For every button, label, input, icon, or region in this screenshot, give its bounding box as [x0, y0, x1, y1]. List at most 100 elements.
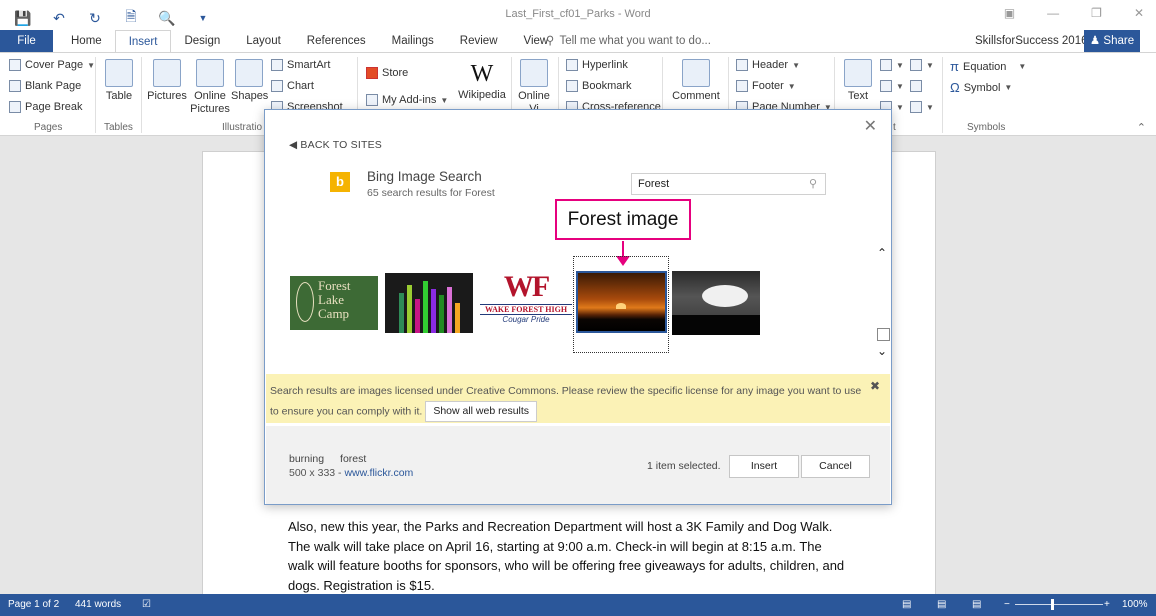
- ribbon-tabs-row: File Home Insert Design Layout Reference…: [0, 30, 1156, 52]
- image-thumbnail-bars[interactable]: [385, 273, 473, 333]
- table-button[interactable]: Table: [103, 59, 135, 103]
- thumbnail-bar: [455, 303, 460, 333]
- lightbulb-icon: ⚲: [546, 35, 555, 47]
- bookmark-icon: [566, 80, 578, 92]
- zoom-level[interactable]: 100%: [1122, 599, 1148, 610]
- print-layout-icon[interactable]: ▤: [937, 599, 946, 610]
- comment-button[interactable]: Comment: [668, 59, 724, 103]
- thumbnail-bar: [399, 293, 404, 333]
- scroll-down-icon[interactable]: ⌄: [877, 344, 887, 358]
- online-pictures-button[interactable]: Online Pictures: [189, 59, 231, 116]
- thumbnail-logo-text: Forest Lake Camp: [318, 278, 351, 321]
- tab-review[interactable]: Review: [447, 30, 511, 52]
- pi-icon: π: [950, 59, 959, 74]
- account-name[interactable]: SkillsforSuccess 2016: [975, 30, 1088, 52]
- store-button[interactable]: Store: [366, 67, 408, 79]
- image-tags: burning forest: [289, 453, 382, 465]
- chevron-left-icon: ◀: [289, 139, 298, 151]
- zoom-slider[interactable]: [1015, 604, 1103, 605]
- chevron-down-icon: ▼: [926, 102, 934, 112]
- web-layout-icon[interactable]: ▤: [972, 599, 981, 610]
- wikipedia-button[interactable]: W Wikipedia: [457, 59, 507, 102]
- date-time-button[interactable]: [910, 80, 922, 92]
- collapse-ribbon-icon[interactable]: ⌃: [1137, 121, 1146, 134]
- tab-design[interactable]: Design: [171, 30, 233, 52]
- source-title: Bing Image Search: [367, 169, 482, 184]
- read-mode-icon[interactable]: ▤: [902, 599, 911, 610]
- image-tag[interactable]: forest: [340, 453, 366, 465]
- bing-icon: b: [330, 172, 350, 192]
- close-notice-icon[interactable]: ✖: [870, 379, 880, 393]
- show-all-web-results-button[interactable]: Show all web results: [425, 401, 538, 422]
- scroll-thumb[interactable]: [877, 328, 890, 341]
- image-thumbnail-burning-forest-selected[interactable]: [576, 271, 667, 333]
- ribbon-separator: [95, 57, 96, 133]
- tab-home[interactable]: Home: [58, 30, 115, 52]
- page-break-button[interactable]: Page Break: [9, 101, 82, 113]
- signature-line-button[interactable]: ▼: [910, 59, 934, 71]
- proofing-icon[interactable]: ☑: [142, 599, 151, 610]
- text-box-icon: [844, 59, 872, 87]
- chart-button[interactable]: Chart: [271, 80, 314, 92]
- wordart-button[interactable]: ▼: [880, 80, 904, 92]
- zoom-out-icon[interactable]: −: [1004, 599, 1010, 610]
- insert-button[interactable]: Insert: [729, 455, 799, 478]
- logo-oval: [296, 282, 314, 322]
- image-source-link[interactable]: www.flickr.com: [344, 467, 413, 479]
- zoom-slider-thumb[interactable]: [1051, 599, 1054, 610]
- cover-page-button[interactable]: Cover Page ▼: [9, 59, 95, 71]
- tab-mailings[interactable]: Mailings: [379, 30, 447, 52]
- page-count[interactable]: Page 1 of 2: [8, 599, 59, 610]
- minimize-icon[interactable]: —: [1047, 6, 1059, 20]
- document-paragraph[interactable]: Also, new this year, the Parks and Recre…: [288, 517, 848, 595]
- blank-page-button[interactable]: Blank Page: [9, 80, 81, 92]
- back-to-sites-link[interactable]: ◀ BACK TO SITES: [289, 139, 382, 151]
- scroll-up-icon[interactable]: ⌃: [877, 246, 887, 260]
- maximize-icon[interactable]: ❐: [1091, 6, 1102, 20]
- symbol-button[interactable]: Ω Symbol ▼: [950, 80, 1012, 95]
- callout-label: Forest image: [555, 199, 691, 240]
- zoom-in-icon[interactable]: +: [1104, 599, 1110, 610]
- quick-parts-button[interactable]: ▼: [880, 59, 904, 71]
- wf-school-name: WAKE FOREST HIGH: [480, 304, 572, 315]
- document-title: Last_First_cf01_Parks - Word: [505, 8, 651, 20]
- text-box-button[interactable]: Text: [842, 59, 874, 103]
- pictures-button[interactable]: Pictures: [146, 59, 188, 103]
- word-count[interactable]: 441 words: [75, 599, 121, 610]
- search-icon[interactable]: ⚲: [809, 177, 817, 190]
- blank-page-icon: [9, 80, 21, 92]
- shapes-button[interactable]: Shapes: [231, 59, 268, 103]
- image-thumbnail-cloud-forest[interactable]: [672, 271, 760, 335]
- image-thumbnail-forest-lake-camp[interactable]: Forest Lake Camp: [290, 276, 378, 330]
- wf-subtitle: Cougar Pride: [502, 315, 550, 324]
- online-pictures-icon: [196, 59, 224, 87]
- footer-button[interactable]: Footer ▼: [736, 80, 796, 92]
- tab-layout[interactable]: Layout: [233, 30, 294, 52]
- license-notice-text: Search results are images licensed under…: [270, 381, 870, 422]
- my-addins-button[interactable]: My Add-ins ▼: [366, 94, 448, 106]
- tab-references[interactable]: References: [294, 30, 379, 52]
- tab-file[interactable]: File: [0, 30, 53, 52]
- tab-insert[interactable]: Insert: [114, 30, 172, 52]
- header-icon: [736, 59, 748, 71]
- header-button[interactable]: Header ▼: [736, 59, 800, 71]
- tell-me-box[interactable]: ⚲ Tell me what you want to do...: [546, 30, 711, 52]
- equation-button[interactable]: π Equation ▼: [950, 59, 1026, 74]
- quick-parts-icon: [880, 59, 892, 71]
- results-summary: 65 search results for Forest: [367, 187, 495, 199]
- image-tag[interactable]: burning: [289, 453, 324, 465]
- chevron-down-icon: ▼: [896, 102, 904, 112]
- hyperlink-button[interactable]: Hyperlink: [566, 59, 628, 71]
- object-button[interactable]: ▼: [910, 101, 934, 113]
- search-input[interactable]: [631, 173, 826, 195]
- image-thumbnail-wake-forest[interactable]: WF WAKE FOREST HIGH Cougar Pride: [480, 270, 572, 336]
- cancel-button[interactable]: Cancel: [801, 455, 870, 478]
- close-icon[interactable]: ✕: [864, 116, 877, 136]
- group-label-tables: Tables: [104, 122, 133, 133]
- smartart-button[interactable]: SmartArt: [271, 59, 330, 71]
- bookmark-button[interactable]: Bookmark: [566, 80, 632, 92]
- online-video-button[interactable]: OnlineVi: [514, 59, 554, 116]
- close-icon[interactable]: ✕: [1134, 6, 1144, 20]
- share-button[interactable]: ♟ Share: [1084, 30, 1140, 52]
- ribbon-display-options-icon[interactable]: ▣: [1004, 6, 1015, 20]
